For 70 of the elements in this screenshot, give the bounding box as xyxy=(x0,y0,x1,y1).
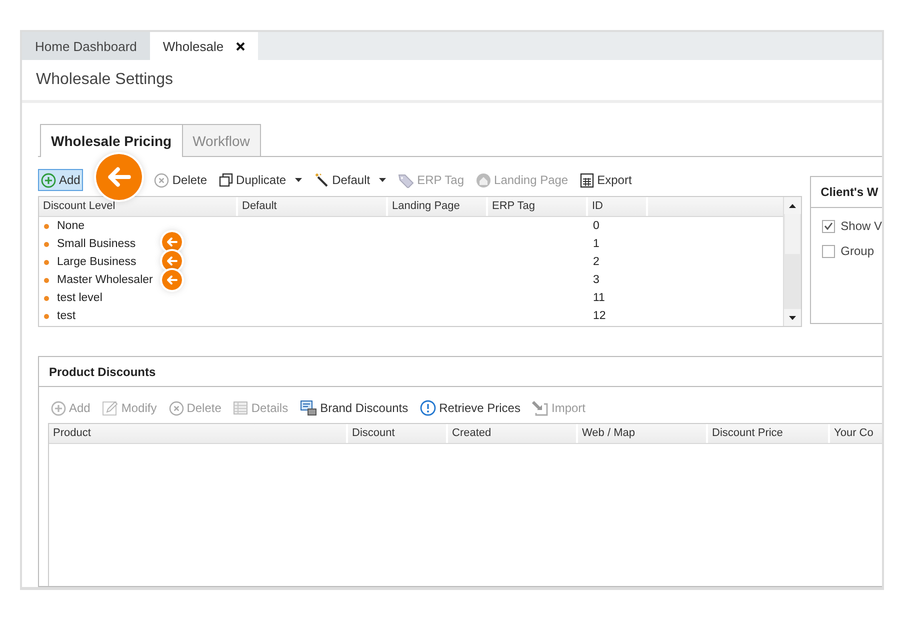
caret-icon xyxy=(295,178,302,182)
column-header[interactable]: ERP Tag xyxy=(488,197,588,216)
toolbar-button[interactable]: Add xyxy=(38,169,84,191)
bullet-icon xyxy=(44,260,49,264)
id-cell-text: 11 xyxy=(592,292,605,304)
bullet-icon xyxy=(44,278,49,282)
column-header[interactable]: ID xyxy=(588,197,648,216)
discount-level-cell: Large Business xyxy=(57,256,136,268)
column-header[interactable]: Product xyxy=(49,424,348,443)
details-icon xyxy=(233,401,248,415)
bullet-icon xyxy=(44,314,49,318)
column-header[interactable]: Web / Map xyxy=(578,424,708,443)
scrollbar[interactable] xyxy=(782,197,801,326)
close-icon xyxy=(236,42,245,50)
checkbox[interactable] xyxy=(822,244,835,258)
import-icon xyxy=(532,400,548,416)
tag-icon xyxy=(398,172,414,188)
column-header[interactable]: Your Co xyxy=(830,424,882,443)
wand-icon xyxy=(314,172,330,188)
delete-icon xyxy=(154,172,170,188)
caret-icon xyxy=(379,178,386,182)
delete-icon xyxy=(168,400,184,416)
add-icon xyxy=(41,172,56,188)
toolbar-button[interactable]: Delete xyxy=(151,169,210,191)
callout-arrow-icon xyxy=(162,251,182,271)
discount-level-cell: test level xyxy=(57,292,102,304)
id-cell-text: 2 xyxy=(592,256,600,268)
column-header[interactable]: Discount xyxy=(348,424,448,443)
discount-level-cell: None xyxy=(57,220,84,232)
callout-arrow-icon xyxy=(96,154,142,200)
column-header[interactable]: Discount Price xyxy=(708,424,830,443)
toolbar-button[interactable]: Export xyxy=(577,169,635,191)
checkbox-label: Show V xyxy=(840,219,882,233)
scroll-up-icon xyxy=(788,204,796,208)
home-icon xyxy=(476,172,492,188)
window-tab[interactable]: Wholesale xyxy=(150,32,258,60)
monitor-icon xyxy=(300,400,318,416)
id-cell-text: 3 xyxy=(592,274,600,286)
bullet-icon xyxy=(44,242,49,246)
toolbar-button[interactable]: Retrieve Prices xyxy=(417,397,524,419)
window-tab[interactable]: Home Dashboard xyxy=(22,32,150,60)
column-header[interactable]: Default xyxy=(238,197,388,216)
id-cell-text: 1 xyxy=(592,238,600,250)
edit-icon xyxy=(102,400,118,416)
discount-level-cell: test xyxy=(57,310,76,322)
scroll-down-icon xyxy=(788,316,796,320)
add-icon xyxy=(51,400,66,416)
callout-arrow-icon xyxy=(162,270,182,290)
section-tab[interactable]: Wholesale Pricing xyxy=(40,124,183,157)
column-header[interactable]: Created xyxy=(448,424,578,443)
id-cell-text: 0 xyxy=(592,220,600,232)
panel-title: Product Discounts xyxy=(39,357,882,387)
bullet-icon xyxy=(44,296,49,300)
column-header[interactable]: Landing Page xyxy=(388,197,488,216)
discount-level-cell: Small Business xyxy=(57,238,136,250)
discount-level-cell: Master Wholesaler xyxy=(57,274,153,286)
toolbar-button[interactable]: Brand Discounts xyxy=(297,397,412,419)
check-icon xyxy=(824,222,833,230)
duplicate-icon xyxy=(219,173,234,187)
callout-arrow-icon xyxy=(162,232,182,252)
id-cell-text: 12 xyxy=(592,310,606,322)
table-icon xyxy=(580,172,594,188)
toolbar-button[interactable]: Duplicate xyxy=(216,169,306,191)
toolbar-button[interactable]: Default xyxy=(311,169,390,191)
info-icon xyxy=(420,400,436,416)
checkbox[interactable] xyxy=(822,220,835,232)
panel-title: Client's W xyxy=(810,177,882,208)
page-title: Wholesale Settings xyxy=(22,60,882,103)
checkbox-label: Group xyxy=(840,244,874,258)
bullet-icon xyxy=(44,224,49,228)
